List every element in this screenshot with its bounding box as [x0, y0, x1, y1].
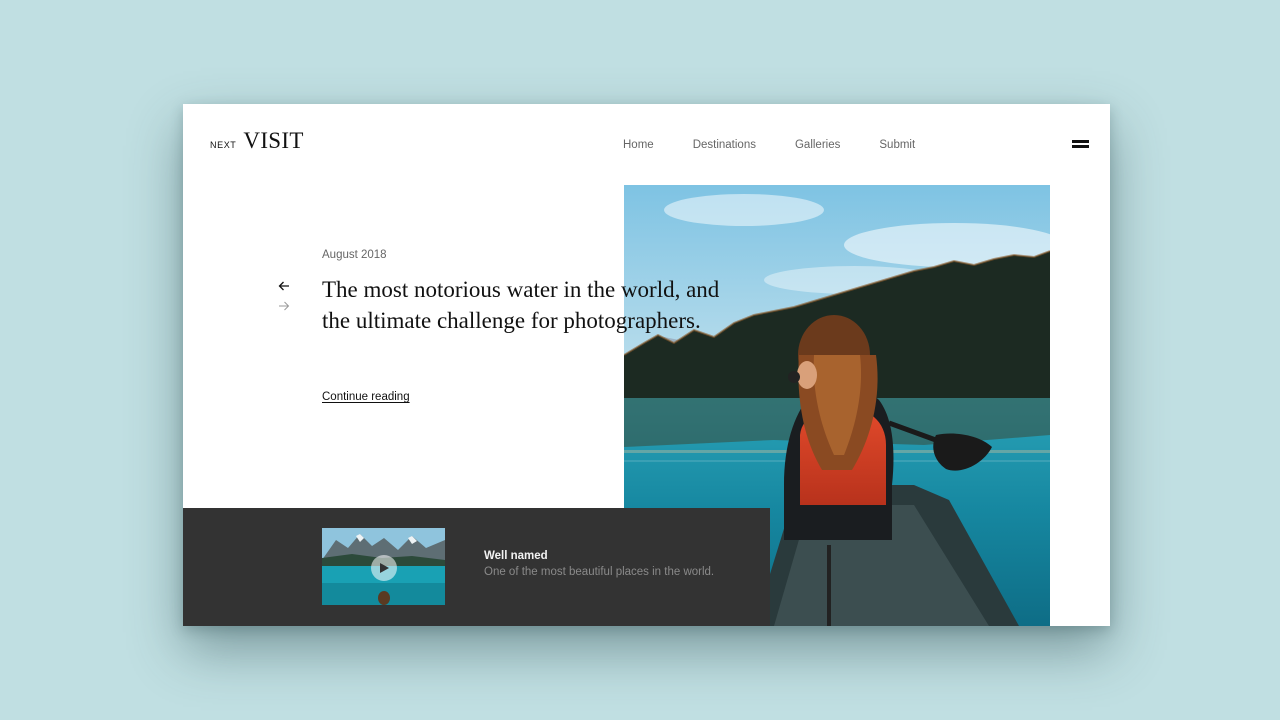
logo-name: VISIT	[243, 128, 304, 153]
logo-prefix: NEXT	[210, 140, 237, 150]
hamburger-menu-icon[interactable]	[1072, 140, 1089, 150]
page-card: NEXT VISIT Home Destinations Galleries S…	[183, 104, 1110, 626]
nav-link-galleries[interactable]: Galleries	[795, 139, 840, 151]
post-headline: The most notorious water in the world, a…	[322, 277, 720, 333]
featured-video-bar: Well named One of the most beautiful pla…	[183, 508, 770, 626]
arrow-left-icon[interactable]	[278, 280, 290, 292]
continue-reading-link[interactable]: Continue reading	[322, 391, 410, 403]
nav-link-home[interactable]: Home	[623, 139, 654, 151]
featured-title: Well named	[484, 550, 548, 562]
video-thumbnail[interactable]	[322, 528, 445, 605]
logo[interactable]: NEXT VISIT	[210, 128, 304, 154]
featured-description: One of the most beautiful places in the …	[484, 566, 715, 578]
arrow-right-icon[interactable]	[278, 300, 290, 312]
post-date: August 2018	[322, 249, 387, 261]
nav-link-destinations[interactable]: Destinations	[693, 139, 756, 151]
nav-link-submit[interactable]: Submit	[879, 139, 915, 151]
main-nav: Home Destinations Galleries Submit	[623, 139, 954, 151]
